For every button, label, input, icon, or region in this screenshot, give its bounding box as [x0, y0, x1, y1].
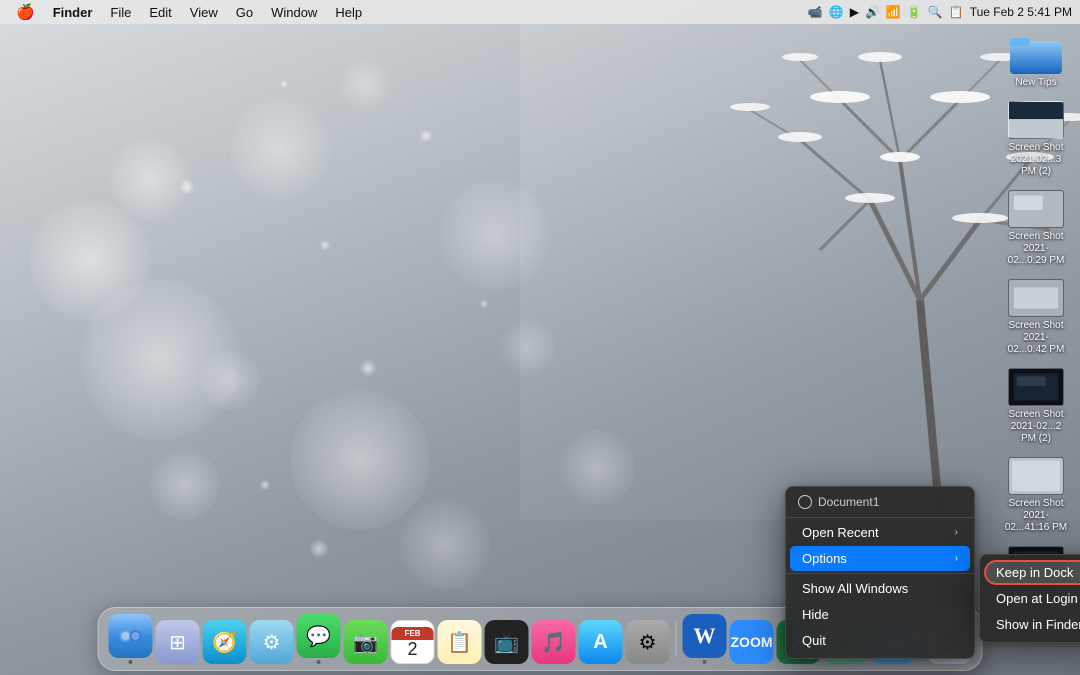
word-icon: W: [683, 614, 727, 658]
newtips-label: New Tips: [1015, 77, 1056, 89]
screenshot2-label: Screen Shot 2021-02...0:29 PM: [1004, 231, 1068, 267]
facetime-icon: 📷: [344, 620, 388, 664]
screenshot1-label: Screen Shot 2021-02...3 PM (2): [1004, 142, 1068, 178]
screenshot-thumb-1: [1008, 101, 1064, 139]
show-all-windows-label: Show All Windows: [802, 581, 908, 596]
apple-menu[interactable]: 🍎: [8, 3, 43, 21]
context-menu-quit[interactable]: Quit: [790, 628, 970, 653]
dock-item-safari[interactable]: 🧭: [203, 620, 247, 664]
folder-icon-newtips: [1008, 34, 1064, 74]
menu-go[interactable]: Go: [228, 3, 261, 22]
quit-label: Quit: [802, 633, 826, 648]
context-menu-main: Document1 Open Recent › Options › Show A…: [785, 486, 975, 659]
menu-help[interactable]: Help: [327, 3, 370, 22]
reminders-icon: 📋: [438, 620, 482, 664]
menubar: 🍎 Finder File Edit View Go Window Help 📹…: [0, 0, 1080, 24]
desktop-icon-screenshot4[interactable]: Screen Shot 2021-02...2 PM (2): [1000, 364, 1072, 449]
menu-separator-1: [786, 517, 974, 518]
menubar-video-icon[interactable]: 📹: [808, 5, 823, 19]
menubar-datetime: Tue Feb 2 5:41 PM: [970, 5, 1072, 19]
options-chevron: ›: [955, 553, 958, 564]
menu-file[interactable]: File: [102, 3, 139, 22]
dock-item-zoom[interactable]: ZOOM: [730, 620, 774, 664]
dock-item-settings[interactable]: ⚙: [626, 620, 670, 664]
dock-item-calendar[interactable]: FEB 2: [391, 620, 435, 664]
menu-separator-2: [786, 573, 974, 574]
context-menu-options[interactable]: Options ›: [790, 546, 970, 571]
zoom-icon: ZOOM: [730, 620, 774, 664]
desktop-icon-screenshot1[interactable]: Screen Shot 2021-02...3 PM (2): [1000, 97, 1072, 182]
open-at-login-label: Open at Login: [996, 591, 1078, 606]
menubar-wifi-icon[interactable]: 🌐: [829, 5, 844, 19]
keep-in-dock-label: Keep in Dock: [996, 565, 1073, 580]
finder-dot: [129, 660, 133, 664]
menubar-volume-icon[interactable]: 🔊: [865, 5, 880, 19]
desktop-icons: New Tips Screen Shot 2021-02...3 PM (2) …: [1000, 30, 1072, 627]
dock-item-sysprefs[interactable]: ⚙: [250, 620, 294, 664]
context-menu-header-icon: [798, 495, 812, 509]
messages-icon: 💬: [297, 614, 341, 658]
context-submenu: Keep in Dock Open at Login Show in Finde…: [979, 554, 1080, 643]
dock-item-messages[interactable]: 💬: [297, 614, 341, 664]
context-menu-header-label: Document1: [818, 495, 879, 509]
screenshot-thumb-2: [1008, 190, 1064, 228]
menubar-arrow-icon[interactable]: ▶: [850, 5, 859, 19]
app-name[interactable]: Finder: [45, 3, 101, 22]
open-recent-chevron: ›: [955, 527, 958, 538]
dock-item-facetime[interactable]: 📷: [344, 620, 388, 664]
safari-icon: 🧭: [203, 620, 247, 664]
desktop-icon-newtips[interactable]: New Tips: [1000, 30, 1072, 93]
finder-icon: [109, 614, 153, 658]
menu-view[interactable]: View: [182, 3, 226, 22]
context-menu-hide[interactable]: Hide: [790, 602, 970, 627]
menubar-left: 🍎 Finder File Edit View Go Window Help: [8, 3, 370, 22]
hide-label: Hide: [802, 607, 829, 622]
screenshot4-label: Screen Shot 2021-02...2 PM (2): [1004, 409, 1068, 445]
menubar-search-icon[interactable]: 🔍: [928, 5, 943, 19]
context-menu: Document1 Open Recent › Options › Show A…: [785, 486, 975, 659]
music-icon: 🎵: [532, 620, 576, 664]
desktop-icon-screenshot5[interactable]: Screen Shot 2021-02...41:16 PM: [1000, 453, 1072, 538]
submenu-keep-in-dock[interactable]: Keep in Dock: [984, 560, 1080, 585]
open-recent-label: Open Recent: [802, 525, 879, 540]
dock-item-appletv[interactable]: 📺: [485, 620, 529, 664]
screenshot3-label: Screen Shot 2021-02...0:42 PM: [1004, 320, 1068, 356]
screenshot5-label: Screen Shot 2021-02...41:16 PM: [1004, 498, 1068, 534]
screenshot-thumb-5: [1008, 457, 1064, 495]
word-dot: [703, 660, 707, 664]
messages-dot: [317, 660, 321, 664]
menubar-right: 📹 🌐 ▶ 🔊 📶 🔋 🔍 📋 Tue Feb 2 5:41 PM: [808, 5, 1072, 19]
dock-item-appstore[interactable]: A: [579, 620, 623, 664]
context-menu-open-recent[interactable]: Open Recent ›: [790, 520, 970, 545]
desktop-icon-screenshot3[interactable]: Screen Shot 2021-02...0:42 PM: [1000, 275, 1072, 360]
dock-item-launchpad[interactable]: ⊞: [156, 620, 200, 664]
launchpad-icon: ⊞: [156, 620, 200, 664]
sysprefs-icon: ⚙: [250, 620, 294, 664]
dock-item-finder[interactable]: [109, 614, 153, 664]
desktop-icon-screenshot2[interactable]: Screen Shot 2021-02...0:29 PM: [1000, 186, 1072, 271]
show-in-finder-label: Show in Finder: [996, 617, 1080, 632]
appstore-icon: A: [579, 620, 623, 664]
options-label: Options: [802, 551, 847, 566]
menubar-network-icon[interactable]: 📶: [886, 5, 901, 19]
settings-icon: ⚙: [626, 620, 670, 664]
menubar-battery-icon[interactable]: 🔋: [907, 5, 922, 19]
menubar-controlcenter-icon[interactable]: 📋: [949, 5, 964, 19]
dock-item-music[interactable]: 🎵: [532, 620, 576, 664]
menu-edit[interactable]: Edit: [141, 3, 179, 22]
appletv-icon: 📺: [485, 620, 529, 664]
context-menu-header: Document1: [786, 491, 974, 515]
screenshot-thumb-4: [1008, 368, 1064, 406]
menu-window[interactable]: Window: [263, 3, 325, 22]
submenu-show-in-finder[interactable]: Show in Finder: [984, 612, 1080, 637]
context-menu-show-all-windows[interactable]: Show All Windows: [790, 576, 970, 601]
dock-separator: [676, 621, 677, 657]
calendar-icon: FEB 2: [391, 620, 435, 664]
screenshot-thumb-3: [1008, 279, 1064, 317]
submenu-open-at-login[interactable]: Open at Login: [984, 586, 1080, 611]
dock-item-reminders[interactable]: 📋: [438, 620, 482, 664]
dock-item-word[interactable]: W: [683, 614, 727, 664]
